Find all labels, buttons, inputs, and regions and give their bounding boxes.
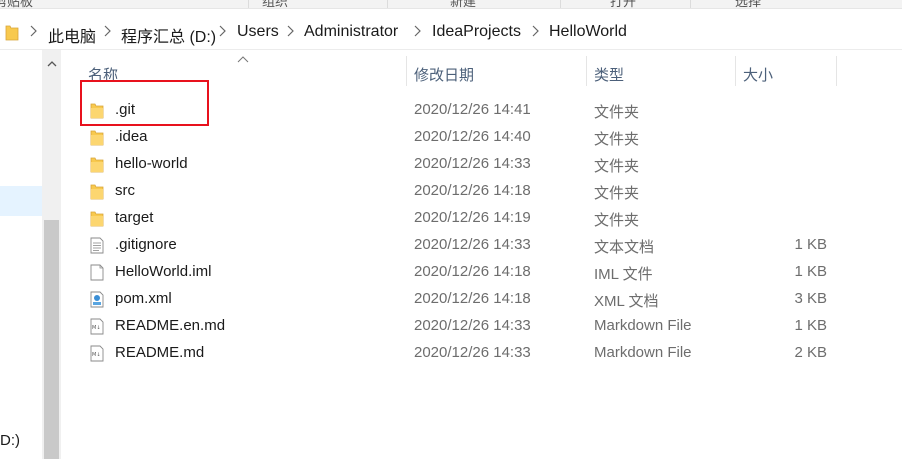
folder-icon bbox=[5, 25, 19, 41]
file-name: hello-world bbox=[115, 155, 188, 172]
address-bar[interactable]: 此电脑 程序汇总 (D:) Users Administrator IdeaPr… bbox=[0, 15, 902, 50]
text-file-icon bbox=[90, 237, 104, 258]
file-name: .gitignore bbox=[115, 236, 177, 253]
file-name: README.md bbox=[115, 344, 205, 361]
folder-icon bbox=[90, 183, 104, 204]
file-type: Markdown File bbox=[594, 344, 692, 361]
file-modified-date: 2020/12/26 14:19 bbox=[414, 209, 531, 226]
file-row[interactable]: M↓ README.md 2020/12/26 14:33 Markdown File… bbox=[62, 340, 902, 367]
file-type: 文件夹 bbox=[594, 158, 640, 175]
markdown-file-icon: M↓ bbox=[90, 318, 104, 339]
file-size: 1 KB bbox=[794, 236, 827, 253]
file-modified-date: 2020/12/26 14:18 bbox=[414, 290, 531, 307]
file-row[interactable]: target 2020/12/26 14:19 文件夹 bbox=[62, 205, 902, 232]
file-row[interactable]: M↓ README.en.md 2020/12/26 14:33 Markdown F… bbox=[62, 313, 902, 340]
chevron-right-icon[interactable] bbox=[287, 25, 294, 37]
file-modified-date: 2020/12/26 14:18 bbox=[414, 263, 531, 280]
folder-icon bbox=[90, 129, 104, 150]
chevron-right-icon[interactable] bbox=[104, 25, 111, 37]
file-name: src bbox=[115, 182, 135, 199]
ribbon-label-select: 选择 bbox=[735, 0, 762, 9]
breadcrumb-administrator[interactable]: Administrator bbox=[304, 23, 398, 41]
breadcrumb-this-pc[interactable]: 此电脑 bbox=[48, 23, 96, 47]
file-size: 2 KB bbox=[794, 344, 827, 361]
chevron-right-icon[interactable] bbox=[414, 25, 421, 37]
file-row[interactable]: src 2020/12/26 14:18 文件夹 bbox=[62, 178, 902, 205]
nav-scrollbar[interactable] bbox=[42, 50, 61, 459]
column-header-size-label: 大小 bbox=[743, 67, 774, 84]
blank-file-icon bbox=[90, 264, 104, 285]
file-type: 文件夹 bbox=[594, 131, 640, 148]
file-modified-date: 2020/12/26 14:18 bbox=[414, 182, 531, 199]
file-size: 3 KB bbox=[794, 290, 827, 307]
xml-file-icon bbox=[90, 291, 104, 312]
file-name: .idea bbox=[115, 128, 148, 145]
ribbon-label-open: 打开 bbox=[610, 0, 637, 9]
ribbon-label-organize: 组织 bbox=[262, 0, 289, 9]
file-row[interactable]: pom.xml 2020/12/26 14:18 XML 文档 3 KB bbox=[62, 286, 902, 313]
column-header-size[interactable]: 大小 bbox=[736, 50, 836, 90]
file-row[interactable]: HelloWorld.iml 2020/12/26 14:18 IML 文件 1 KB bbox=[62, 259, 902, 286]
breadcrumb-ideaprojects[interactable]: IdeaProjects bbox=[432, 23, 521, 41]
file-size: 1 KB bbox=[794, 317, 827, 334]
column-header-date[interactable]: 修改日期 bbox=[407, 50, 585, 90]
markdown-file-icon: M↓ bbox=[90, 345, 104, 366]
chevron-right-icon[interactable] bbox=[219, 25, 226, 37]
svg-text:M↓: M↓ bbox=[92, 352, 101, 358]
column-header-date-label: 修改日期 bbox=[414, 67, 475, 84]
file-row[interactable]: hello-world 2020/12/26 14:33 文件夹 bbox=[62, 151, 902, 178]
file-name: HelloWorld.iml bbox=[115, 263, 212, 280]
file-name: README.en.md bbox=[115, 317, 226, 334]
folder-icon bbox=[90, 210, 104, 231]
file-size: 1 KB bbox=[794, 263, 827, 280]
nav-item-drive-d[interactable]: D:) bbox=[0, 432, 20, 449]
file-modified-date: 2020/12/26 14:40 bbox=[414, 128, 531, 145]
file-type: IML 文件 bbox=[594, 266, 653, 283]
nav-selected-item[interactable] bbox=[0, 186, 42, 216]
highlight-annotation-box bbox=[80, 80, 209, 126]
file-row[interactable]: .idea 2020/12/26 14:40 文件夹 bbox=[62, 124, 902, 151]
breadcrumb-users[interactable]: Users bbox=[237, 23, 279, 41]
ribbon-label-clipboard: 剪贴板 bbox=[0, 0, 34, 9]
file-type: 文本文档 bbox=[594, 239, 655, 256]
file-type: Markdown File bbox=[594, 317, 692, 334]
file-modified-date: 2020/12/26 14:33 bbox=[414, 344, 531, 361]
column-divider[interactable] bbox=[836, 56, 837, 86]
svg-text:M↓: M↓ bbox=[92, 325, 101, 331]
ribbon-label-new: 新建 bbox=[450, 0, 477, 9]
file-modified-date: 2020/12/26 14:33 bbox=[414, 317, 531, 334]
column-header-type[interactable]: 类型 bbox=[587, 50, 734, 90]
file-type: 文件夹 bbox=[594, 212, 640, 229]
folder-icon bbox=[90, 156, 104, 177]
file-type: XML 文档 bbox=[594, 293, 659, 310]
file-modified-date: 2020/12/26 14:33 bbox=[414, 236, 531, 253]
chevron-right-icon[interactable] bbox=[532, 25, 539, 37]
breadcrumb-helloworld[interactable]: HelloWorld bbox=[549, 23, 627, 41]
column-header-type-label: 类型 bbox=[594, 67, 625, 84]
breadcrumb-drive-d[interactable]: 程序汇总 (D:) bbox=[121, 23, 216, 47]
chevron-right-icon[interactable] bbox=[30, 25, 37, 37]
ribbon-group-labels: 剪贴板 组织 新建 打开 选择 bbox=[0, 0, 902, 9]
scrollbar-thumb[interactable] bbox=[44, 220, 59, 459]
file-modified-date: 2020/12/26 14:41 bbox=[414, 101, 531, 118]
file-row[interactable]: .gitignore 2020/12/26 14:33 文本文档 1 KB bbox=[62, 232, 902, 259]
scroll-up-icon[interactable] bbox=[47, 60, 57, 67]
file-name: target bbox=[115, 209, 154, 226]
file-type: 文件夹 bbox=[594, 104, 640, 121]
file-modified-date: 2020/12/26 14:33 bbox=[414, 155, 531, 172]
file-name: pom.xml bbox=[115, 290, 172, 307]
file-type: 文件夹 bbox=[594, 185, 640, 202]
